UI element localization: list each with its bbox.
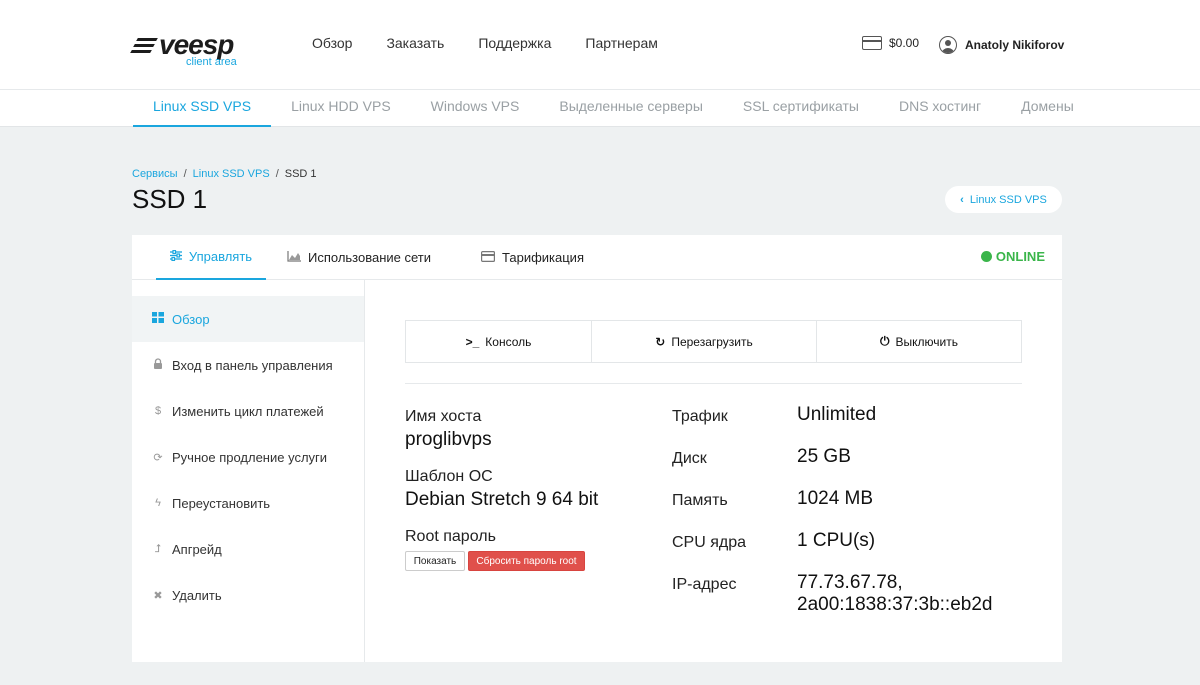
credit-card-icon: [481, 250, 496, 265]
nav-support[interactable]: Поддержка: [478, 35, 551, 51]
top-nav: Обзор Заказать Поддержка Партнерам: [312, 35, 658, 51]
subnav-windows-vps[interactable]: Windows VPS: [411, 90, 540, 127]
os-value: Debian Stretch 9 64 bit: [405, 489, 599, 510]
chevron-left-icon: ‹: [960, 193, 964, 206]
subnav-dedicated-servers[interactable]: Выделенные серверы: [539, 90, 723, 127]
lock-icon: [152, 358, 164, 372]
divider: [405, 383, 1022, 384]
cpu-value: 1 CPU(s): [797, 530, 876, 551]
top-header: veesp client area Обзор Заказать Поддерж…: [0, 0, 1200, 90]
tab-network-usage-label: Использование сети: [308, 250, 432, 265]
breadcrumb-section[interactable]: Linux SSD VPS: [193, 168, 270, 180]
tab-manage[interactable]: Управлять: [156, 235, 266, 280]
sidebar-item-billing-cycle[interactable]: $ Изменить цикл платежей: [132, 388, 364, 434]
sidebar-item-control-panel[interactable]: Вход в панель управления: [132, 342, 364, 388]
logo-subtitle: client area: [186, 56, 237, 68]
sidebar-item-label: Вход в панель управления: [172, 357, 333, 373]
memory-value: 1024 MB: [797, 488, 874, 509]
subnav-dns-hosting[interactable]: DNS хостинг: [879, 90, 1001, 127]
sidebar-item-label: Переустановить: [172, 495, 271, 511]
root-password-label: Root пароль: [405, 528, 496, 545]
tab-billing[interactable]: Тарификация: [481, 235, 584, 280]
reboot-button[interactable]: ↻ Перезагрузить: [592, 321, 817, 362]
bolt-icon: ϟ: [155, 497, 161, 509]
user-menu[interactable]: Anatoly Nikiforov: [939, 36, 1064, 54]
terminal-icon: >_: [465, 334, 480, 349]
shutdown-label: Выключить: [895, 334, 958, 349]
memory-label: Память: [672, 492, 728, 509]
product-subnav: Linux SSD VPS Linux HDD VPS Windows VPS …: [0, 90, 1200, 127]
sidebar-item-label: Обзор: [172, 311, 210, 327]
service-sidebar: Обзор Вход в панель управления $ Изменит…: [132, 280, 365, 662]
reboot-label: Перезагрузить: [671, 334, 753, 349]
hostname-label: Имя хоста: [405, 408, 482, 425]
nav-partners[interactable]: Партнерам: [585, 35, 657, 51]
user-avatar-icon: [939, 36, 957, 54]
power-icon: ⏻: [880, 334, 890, 348]
traffic-label: Трафик: [672, 408, 728, 425]
status-badge: ONLINE: [980, 249, 1045, 264]
breadcrumb-current: SSD 1: [284, 168, 317, 180]
tab-network-usage[interactable]: Использование сети: [287, 235, 431, 280]
sidebar-item-label: Ручное продление услуги: [172, 449, 328, 465]
breadcrumb: Сервисы / Linux SSD VPS / SSD 1: [132, 168, 317, 180]
console-label: Консоль: [485, 334, 532, 349]
sidebar-item-label: Апгрейд: [172, 541, 222, 557]
hostname-value: proglibvps: [405, 429, 492, 450]
sliders-icon: [169, 249, 182, 264]
show-password-button[interactable]: Показать: [405, 551, 465, 571]
sidebar-item-upgrade[interactable]: ⮥ Апгрейд: [132, 526, 364, 572]
sidebar-item-label: Удалить: [172, 587, 222, 603]
subnav-linux-hdd-vps[interactable]: Linux HDD VPS: [271, 90, 411, 127]
back-button[interactable]: ‹ Linux SSD VPS: [945, 186, 1062, 213]
console-button[interactable]: >_ Консоль: [406, 321, 592, 362]
area-chart-icon: [287, 250, 301, 265]
nav-order[interactable]: Заказать: [386, 35, 444, 51]
traffic-value: Unlimited: [797, 404, 877, 425]
action-bar: >_ Консоль ↻ Перезагрузить ⏻ Выключить: [405, 320, 1022, 363]
grid-icon: [152, 312, 164, 326]
subnav-domains[interactable]: Домены: [1001, 90, 1094, 127]
shutdown-button[interactable]: ⏻ Выключить: [817, 321, 1021, 362]
balance[interactable]: $0.00: [862, 36, 919, 50]
user-name: Anatoly Nikiforov: [965, 38, 1065, 52]
veesp-logo[interactable]: veesp client area: [130, 30, 252, 70]
ipv4-value: 77.73.67.78,: [797, 572, 903, 593]
reset-root-password-button[interactable]: Сбросить пароль root: [468, 551, 585, 571]
status-dot-icon: [980, 251, 992, 262]
sidebar-item-renew[interactable]: ⟳ Ручное продление услуги: [132, 434, 364, 480]
subnav-ssl-certificates[interactable]: SSL сертификаты: [723, 90, 879, 127]
disk-label: Диск: [672, 450, 707, 467]
sidebar-item-reinstall[interactable]: ϟ Переустановить: [132, 480, 364, 526]
disk-value: 25 GB: [797, 446, 851, 467]
balance-amount: $0.00: [889, 36, 920, 50]
ipv6-value: 2a00:1838:37:3b::eb2d: [797, 594, 993, 615]
close-icon: ✖: [153, 589, 163, 602]
credit-card-icon: [862, 36, 882, 50]
nav-overview[interactable]: Обзор: [312, 35, 352, 51]
logo-stripes-icon: [130, 37, 158, 53]
ip-label: IP-адрес: [672, 576, 737, 593]
page-title: SSD 1: [132, 184, 208, 214]
tab-billing-label: Тарификация: [502, 250, 584, 265]
status-text: ONLINE: [995, 249, 1045, 264]
refresh-icon: ↻: [655, 334, 666, 349]
sidebar-item-label: Изменить цикл платежей: [172, 403, 324, 419]
dollar-icon: $: [154, 405, 162, 417]
back-button-label: Linux SSD VPS: [969, 193, 1047, 206]
service-tabs: Управлять Использование сети Тарификация…: [132, 235, 1062, 280]
refresh-icon: ⟳: [153, 451, 163, 464]
os-label: Шаблон ОС: [405, 468, 493, 485]
sidebar-item-delete[interactable]: ✖ Удалить: [132, 572, 364, 618]
overview-content: >_ Консоль ↻ Перезагрузить ⏻ Выключить И…: [365, 280, 1062, 662]
sidebar-item-overview[interactable]: Обзор: [132, 296, 364, 342]
cpu-label: CPU ядра: [672, 534, 747, 551]
tab-manage-label: Управлять: [188, 249, 253, 264]
subnav-linux-ssd-vps[interactable]: Linux SSD VPS: [133, 90, 272, 127]
upgrade-arrow-icon: ⮥: [154, 542, 162, 555]
service-panel: Управлять Использование сети Тарификация…: [132, 235, 1062, 662]
breadcrumb-services[interactable]: Сервисы: [132, 168, 178, 180]
